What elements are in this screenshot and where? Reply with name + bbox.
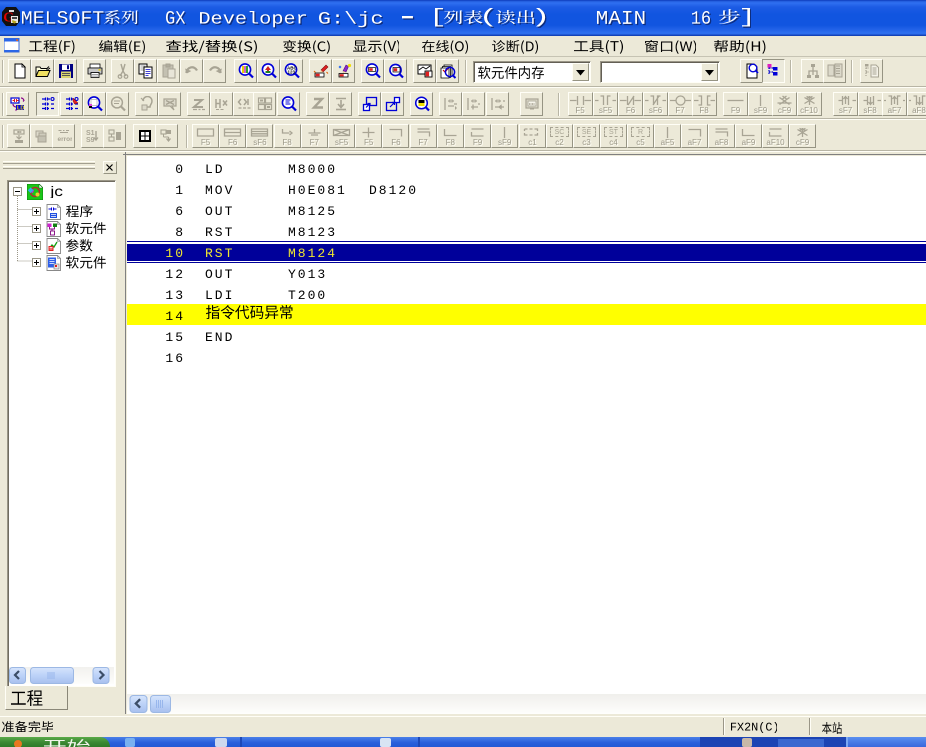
svg-text:S1: S1: [86, 130, 95, 137]
svg-text:LD: LD: [17, 106, 24, 112]
svg-text:123: 123: [288, 70, 296, 75]
svg-text:error: error: [58, 136, 73, 143]
svg-text:S9: S9: [86, 137, 95, 144]
